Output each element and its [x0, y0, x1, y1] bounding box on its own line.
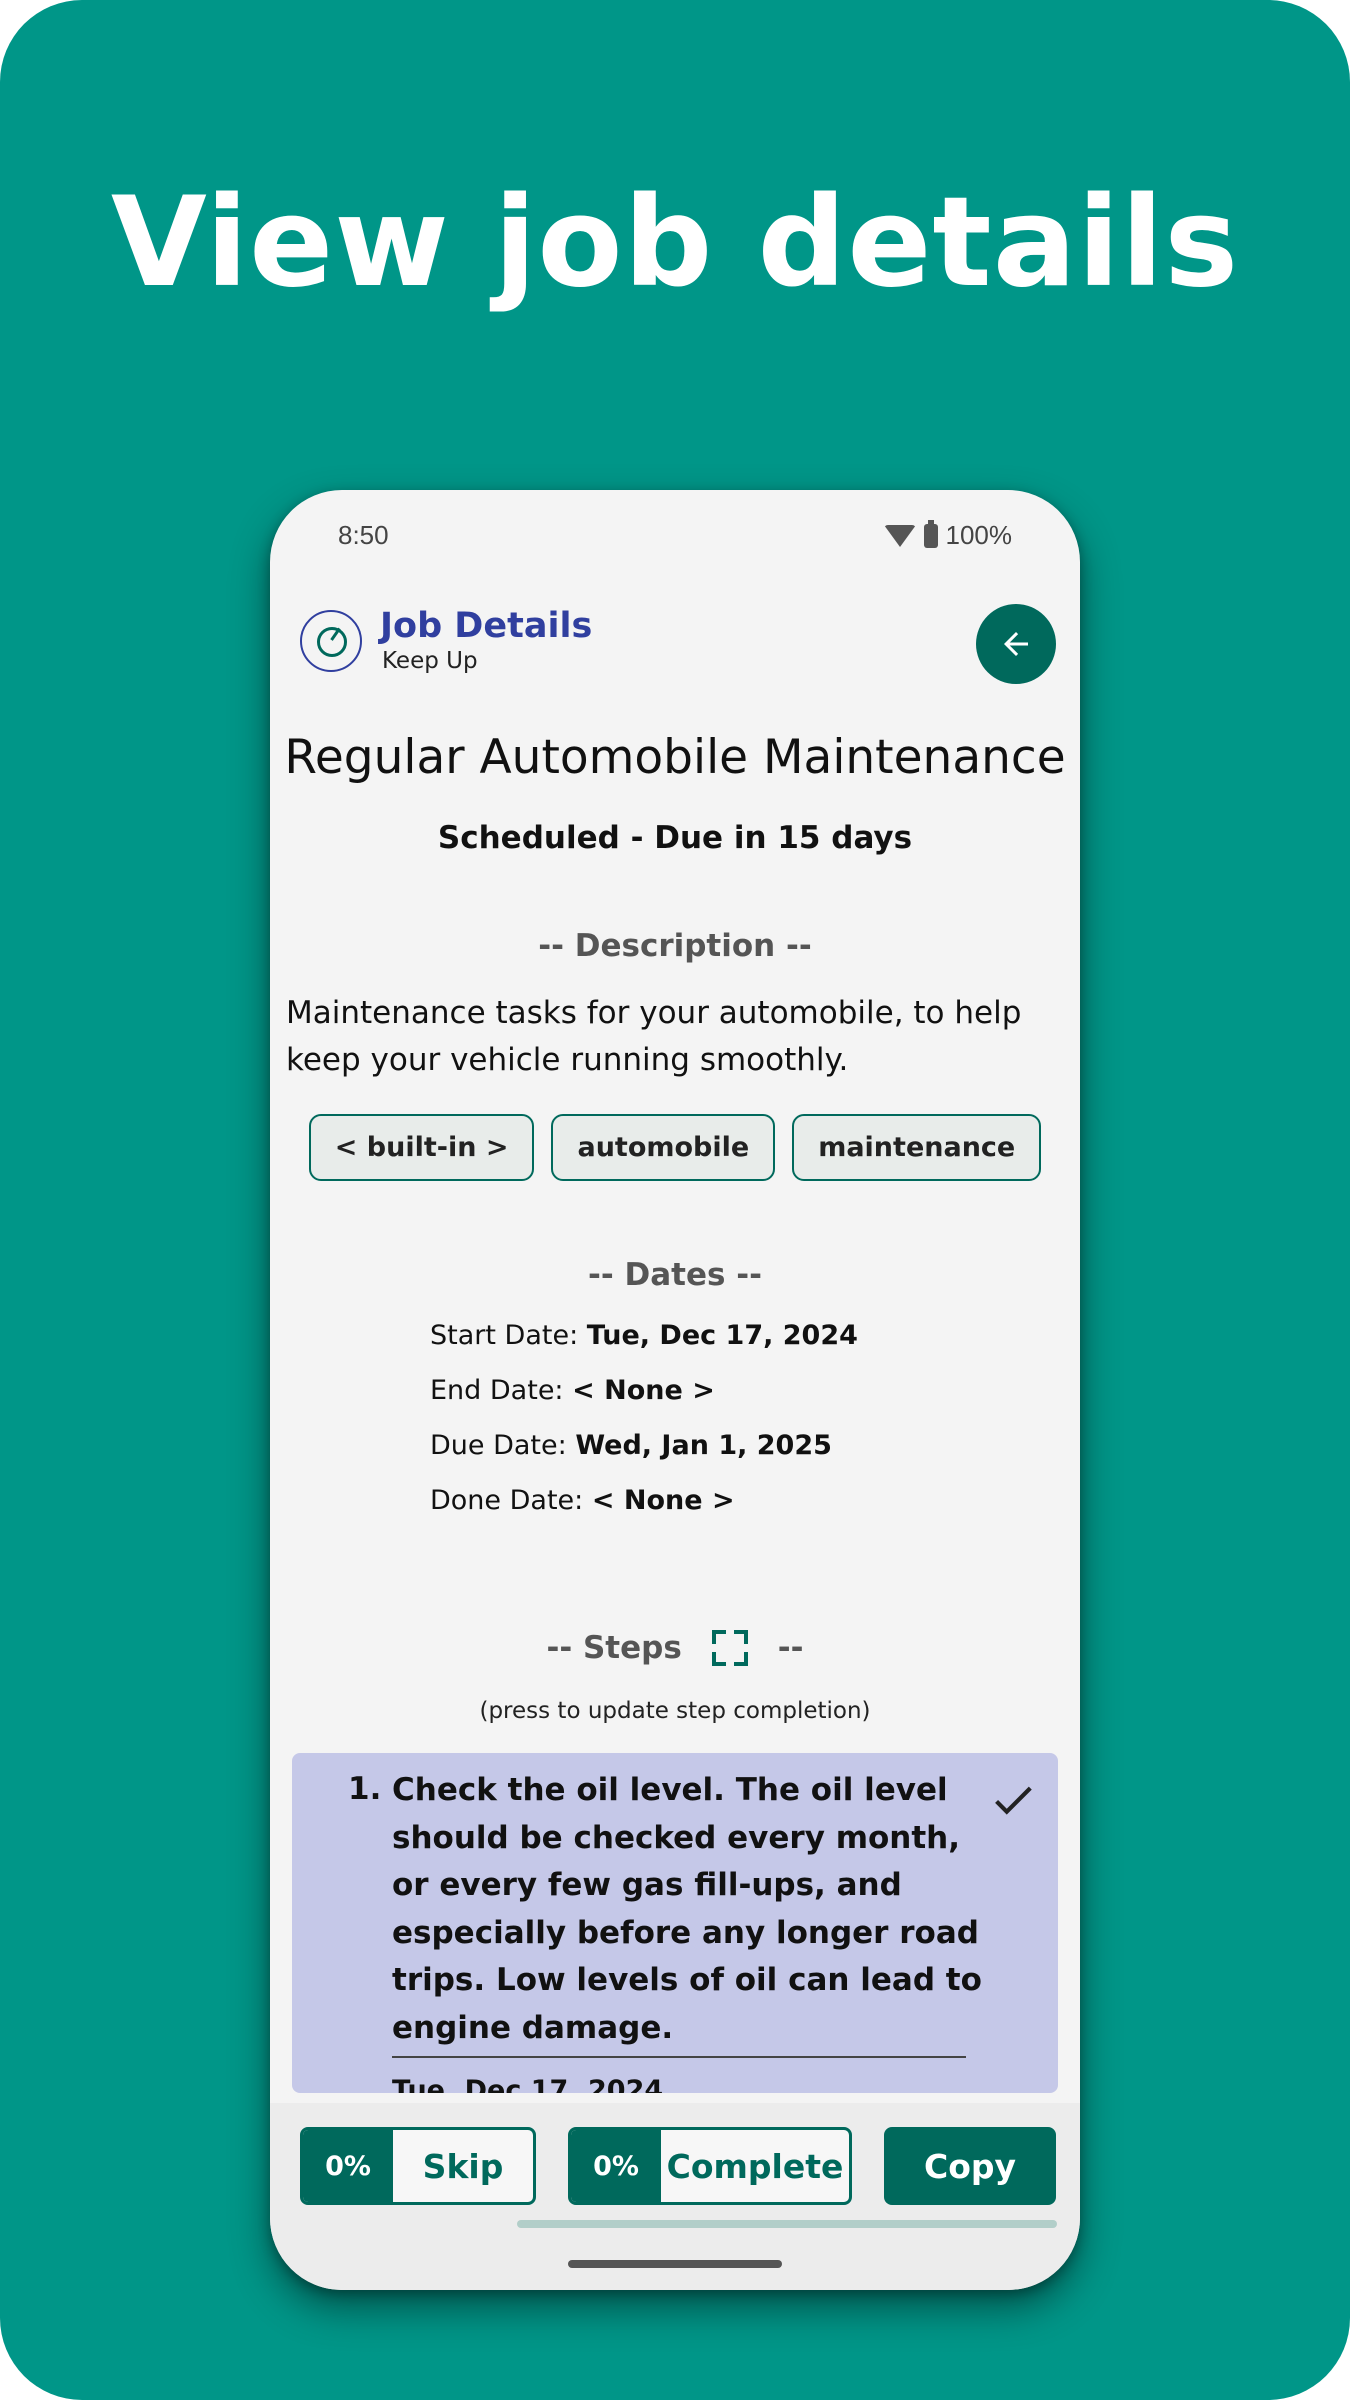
- check-icon: [995, 1786, 1032, 1815]
- dates-heading: -- Dates --: [588, 1257, 762, 1293]
- done-date-row: Done Date: < None >: [430, 1485, 735, 1516]
- back-button[interactable]: [976, 604, 1056, 684]
- status-time: 8:50: [338, 520, 389, 550]
- end-date-row: End Date: < None >: [430, 1375, 715, 1406]
- job-status: Scheduled - Due in 15 days: [437, 820, 913, 856]
- step-date: Tue, Dec 17, 2024: [392, 2075, 664, 2093]
- step-text: Check the oil level. The oil level shoul…: [392, 1772, 982, 2046]
- tag-chip[interactable]: automobile: [551, 1114, 776, 1181]
- steps-heading-right: --: [777, 1630, 804, 1666]
- due-date-value: Wed, Jan 1, 2025: [575, 1430, 832, 1461]
- start-date-row: Start Date: Tue, Dec 17, 2024: [430, 1320, 858, 1351]
- done-date-label: Done Date:: [430, 1485, 592, 1516]
- step-card[interactable]: 1. Check the oil level. The oil level sh…: [292, 1753, 1058, 2093]
- wifi-icon: [883, 524, 916, 547]
- step-number: 1.: [348, 1771, 382, 1807]
- page-title: Job Details: [380, 606, 593, 646]
- end-date-label: End Date:: [430, 1375, 573, 1406]
- due-date-label: Due Date:: [430, 1430, 576, 1461]
- start-date-label: Start Date:: [430, 1320, 587, 1351]
- expand-icon[interactable]: [711, 1630, 748, 1666]
- battery-icon: [923, 519, 938, 548]
- steps-hint: (press to update step completion): [479, 1698, 871, 1724]
- tag-chip[interactable]: maintenance: [792, 1114, 1042, 1181]
- skip-button[interactable]: 0% Skip: [300, 2127, 536, 2205]
- phone-screen: 8:50 100% Job Details Keep Up Regular Au…: [270, 490, 1080, 2290]
- home-indicator[interactable]: [568, 2260, 782, 2268]
- complete-button[interactable]: 0% Complete: [568, 2127, 852, 2205]
- status-icons: 100%: [883, 519, 1013, 551]
- promo-background: View job details 8:50 100% Job Details K…: [0, 0, 1350, 2400]
- progress-bar: [517, 2220, 1057, 2228]
- copy-button[interactable]: Copy: [884, 2127, 1056, 2205]
- due-date-row: Due Date: Wed, Jan 1, 2025: [430, 1430, 832, 1461]
- complete-label: Complete: [666, 2146, 844, 2186]
- skip-percent: 0%: [303, 2130, 393, 2202]
- job-title: Regular Automobile Maintenance: [284, 730, 1066, 785]
- complete-percent: 0%: [571, 2130, 661, 2202]
- arrow-back-icon: [1004, 632, 1028, 656]
- end-date-value: < None >: [572, 1375, 715, 1406]
- app-subtitle: Keep Up: [382, 648, 478, 674]
- promo-title: View job details: [110, 171, 1240, 315]
- description-heading: -- Description --: [538, 928, 812, 964]
- skip-label: Skip: [422, 2146, 504, 2186]
- tag-list: < built-in > automobile maintenance: [270, 1114, 1080, 1181]
- step-divider: [392, 2056, 966, 2058]
- steps-heading-left: -- Steps: [546, 1630, 682, 1666]
- battery-level: 100%: [945, 520, 1013, 550]
- app-logo-icon: [300, 610, 362, 672]
- done-date-value: < None >: [591, 1485, 735, 1516]
- start-date-value: Tue, Dec 17, 2024: [586, 1320, 858, 1351]
- job-description: Maintenance tasks for your automobile, t…: [286, 995, 1022, 1078]
- tag-chip[interactable]: < built-in >: [308, 1114, 535, 1181]
- steps-heading: -- Steps --: [270, 1630, 1080, 1666]
